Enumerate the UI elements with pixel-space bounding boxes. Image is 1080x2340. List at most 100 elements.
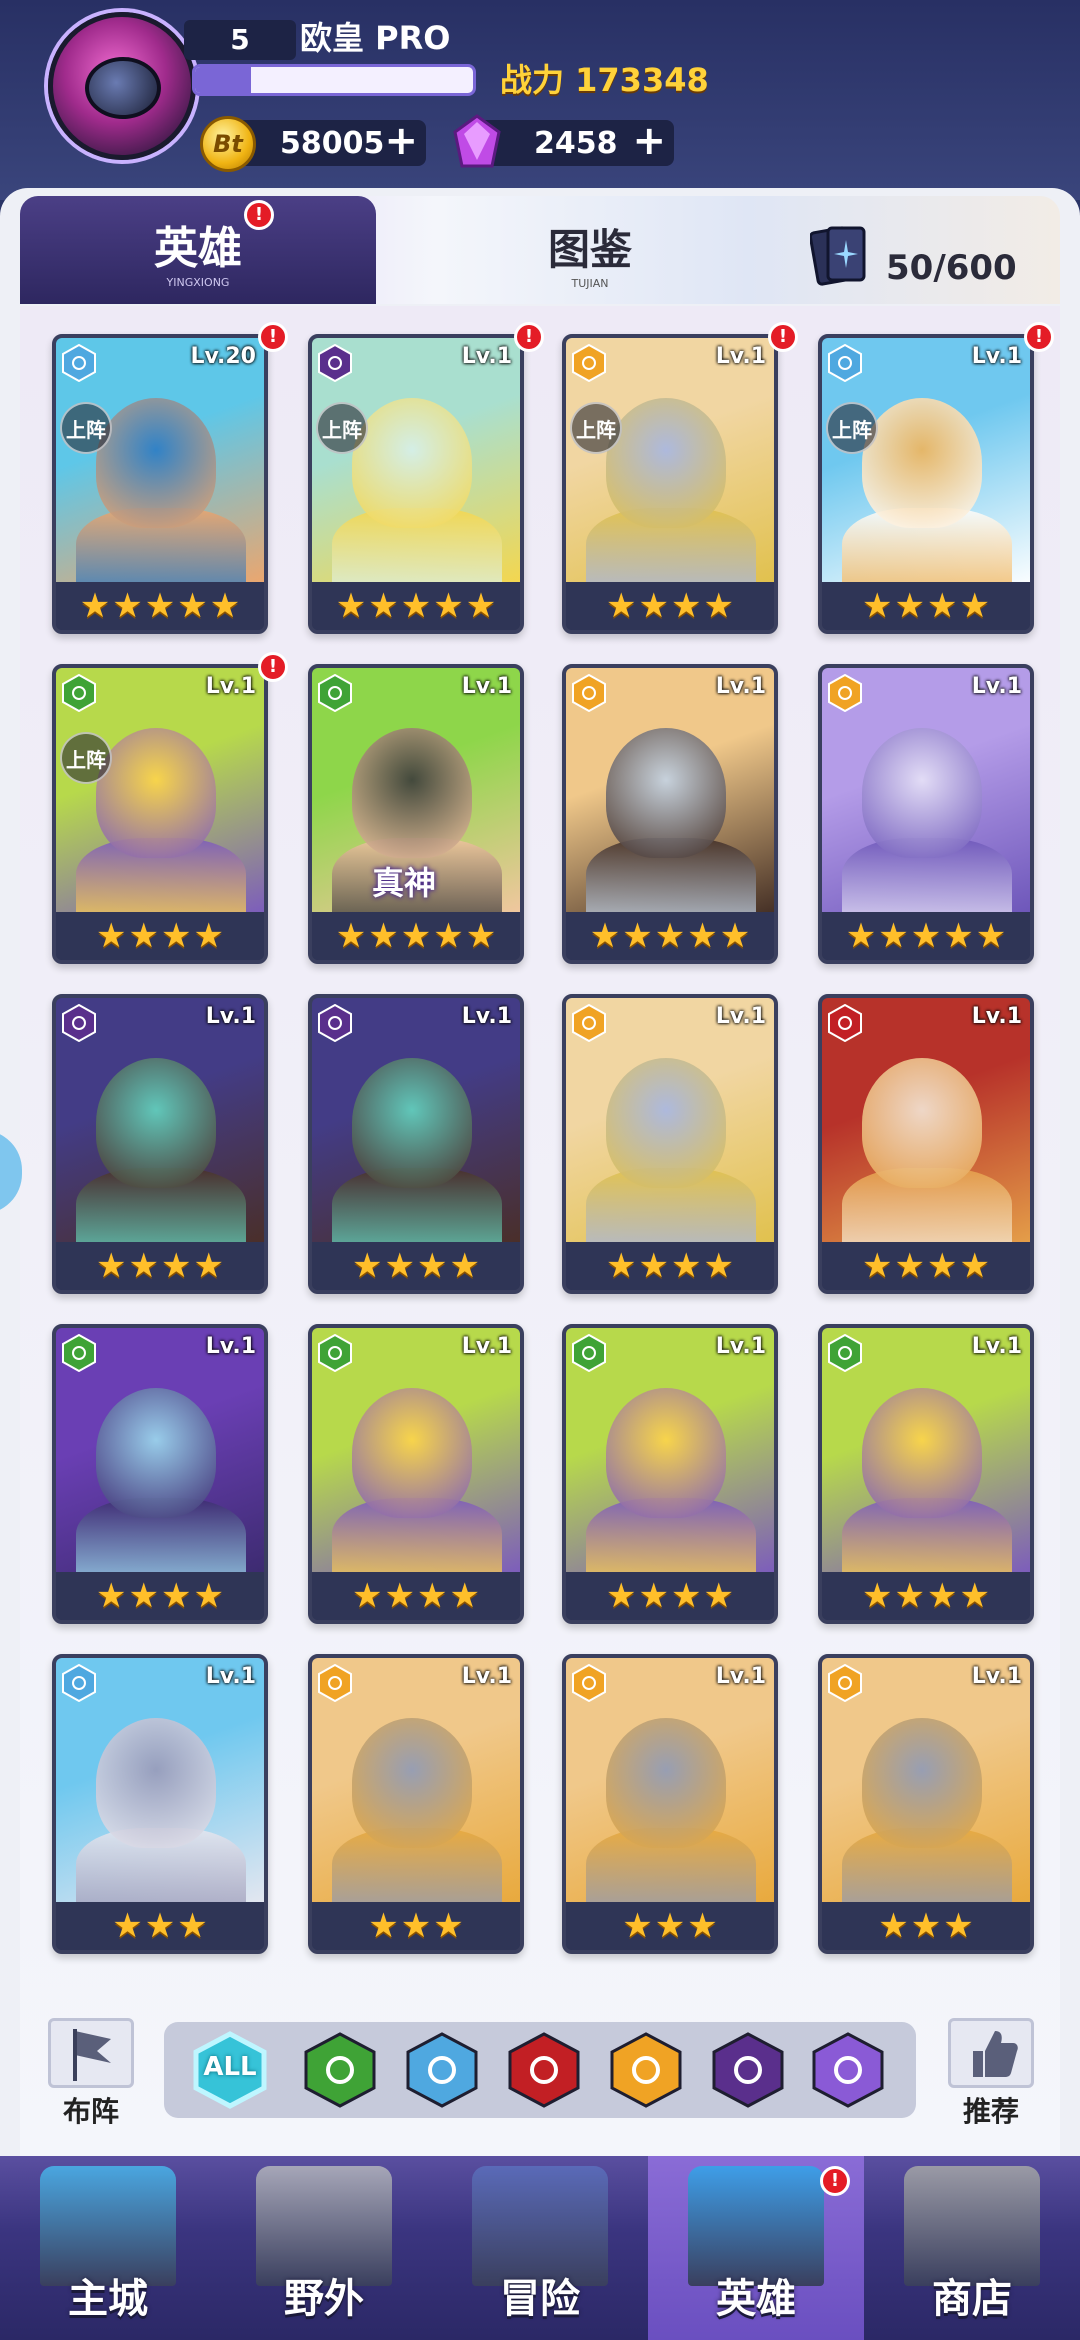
deployed-tag: 上阵 <box>570 402 622 454</box>
formation-button[interactable]: 布阵 <box>44 2018 138 2128</box>
filter-dark[interactable] <box>708 2030 788 2110</box>
star-icon: ★ <box>687 1906 718 1946</box>
hero-card[interactable]: Lv.1 上阵 ★ ★ ★ ★ ★ <box>308 334 524 634</box>
hero-head <box>606 1058 726 1188</box>
hero-star-rating: ★ ★ ★ ★ <box>56 1242 264 1290</box>
hero-level: Lv.1 <box>205 1004 256 1029</box>
hero-level: Lv.20 <box>190 344 256 369</box>
filter-water[interactable] <box>402 2030 482 2110</box>
recommend-button[interactable]: 推荐 <box>944 2018 1038 2128</box>
card-deck-icon <box>810 226 866 286</box>
light-element-icon <box>610 2032 682 2108</box>
hero-star-rating: ★ ★ ★ ★ <box>312 1572 520 1620</box>
filter-arcane[interactable] <box>808 2030 888 2110</box>
star-icon: ★ <box>112 1906 143 1946</box>
filter-wood[interactable] <box>300 2030 380 2110</box>
star-icon: ★ <box>943 1906 974 1946</box>
nav-tab-3[interactable]: 英雄! <box>648 2156 864 2340</box>
star-icon: ★ <box>606 1576 637 1616</box>
deployed-tag: 上阵 <box>316 402 368 454</box>
hero-card[interactable]: Lv.1 ★ ★ ★ ★ <box>562 994 778 1294</box>
add-coins-button[interactable]: + <box>384 118 418 164</box>
fire-element-icon <box>508 2032 580 2108</box>
star-icon: ★ <box>96 1246 127 1286</box>
hero-card[interactable]: Lv.1 ★ ★ ★ ★ <box>818 1324 1034 1624</box>
hero-star-rating: ★ ★ ★ ★ <box>312 1242 520 1290</box>
filter-light[interactable] <box>606 2030 686 2110</box>
star-icon: ★ <box>943 916 974 956</box>
hero-card[interactable]: Lv.1 上阵 ★ ★ ★ ★ <box>562 334 778 634</box>
hero-card[interactable]: Lv.1 ★ ★ ★ ★ <box>52 994 268 1294</box>
hero-head <box>606 1388 726 1518</box>
nav-tab-1[interactable]: 野外 <box>216 2156 432 2340</box>
star-icon: ★ <box>368 916 399 956</box>
star-icon: ★ <box>606 586 637 626</box>
hero-card[interactable]: Lv.1 ★ ★ ★ ★ <box>308 994 524 1294</box>
hero-card[interactable]: 真神 Lv.1 ★ ★ ★ ★ ★ <box>308 664 524 964</box>
star-icon: ★ <box>433 1906 464 1946</box>
hero-star-rating: ★ ★ ★ ★ ★ <box>822 912 1030 960</box>
star-icon: ★ <box>417 1246 448 1286</box>
hero-star-rating: ★ ★ ★ ★ ★ <box>312 912 520 960</box>
add-gems-button[interactable]: + <box>632 118 666 164</box>
hero-level: Lv.1 <box>715 1004 766 1029</box>
player-avatar[interactable] <box>48 12 196 160</box>
hero-level: Lv.1 <box>205 674 256 699</box>
nav-label: 商店 <box>932 2276 1012 2322</box>
hero-card[interactable]: Lv.1 ★ ★ ★ ★ ★ <box>562 664 778 964</box>
tab-heroes[interactable]: 英雄 YINGXIONG ! <box>20 196 376 304</box>
star-icon: ★ <box>128 1246 159 1286</box>
star-icon: ★ <box>959 1576 990 1616</box>
hero-star-rating: ★ ★ ★ ★ <box>822 1572 1030 1620</box>
notification-badge: ! <box>514 322 544 352</box>
hero-head <box>606 728 726 858</box>
nav-tab-2[interactable]: 冒险 <box>432 2156 648 2340</box>
nav-label: 野外 <box>284 2276 364 2322</box>
hero-card[interactable]: Lv.1 ★ ★ ★ ★ ★ <box>818 664 1034 964</box>
hero-star-rating: ★ ★ ★ <box>566 1902 774 1950</box>
hero-card[interactable]: Lv.20 上阵 ★ ★ ★ ★ ★ <box>52 334 268 634</box>
hero-card[interactable]: Lv.1 ★ ★ ★ <box>562 1654 778 1954</box>
hero-star-rating: ★ ★ ★ ★ <box>566 582 774 630</box>
hero-card[interactable]: Lv.1 ★ ★ ★ ★ <box>52 1324 268 1624</box>
coin-icon: Bt <box>200 116 256 172</box>
star-icon: ★ <box>79 586 111 626</box>
star-icon: ★ <box>417 1576 448 1616</box>
nav-tab-0[interactable]: 主城 <box>0 2156 216 2340</box>
hero-level: Lv.1 <box>461 674 512 699</box>
hero-count: 50/600 <box>886 248 1017 288</box>
light-element-icon <box>318 1664 352 1702</box>
fire-element-icon <box>828 1004 862 1042</box>
panel-tabs: 英雄 YINGXIONG ! 图鉴 TUJIAN 50/600 <box>20 196 1060 304</box>
hero-card[interactable]: Lv.1 ★ ★ ★ ★ <box>562 1324 778 1624</box>
hero-overlay-label: 真神 <box>372 864 437 902</box>
star-icon: ★ <box>433 586 464 626</box>
star-icon: ★ <box>128 1576 159 1616</box>
hero-head <box>352 728 472 858</box>
hero-card[interactable]: Lv.1 上阵 ★ ★ ★ ★ <box>52 664 268 964</box>
hero-card[interactable]: Lv.1 ★ ★ ★ <box>52 1654 268 1954</box>
filter-fire[interactable] <box>504 2030 584 2110</box>
wood-element-icon <box>62 1334 96 1372</box>
dark-element-icon <box>318 1004 352 1042</box>
star-icon: ★ <box>959 586 990 626</box>
hero-card[interactable]: Lv.1 ★ ★ ★ <box>818 1654 1034 1954</box>
nav-tab-4[interactable]: 商店 <box>864 2156 1080 2340</box>
star-icon: ★ <box>193 916 224 956</box>
hero-star-rating: ★ ★ ★ ★ <box>822 1242 1030 1290</box>
filter-all[interactable]: ALL <box>190 2030 270 2110</box>
star-icon: ★ <box>128 916 159 956</box>
star-icon: ★ <box>845 916 877 956</box>
hero-card[interactable]: Lv.1 上阵 ★ ★ ★ ★ <box>818 334 1034 634</box>
hero-head <box>96 1718 216 1848</box>
star-icon: ★ <box>703 1576 734 1616</box>
star-icon: ★ <box>638 586 669 626</box>
hero-card[interactable]: Lv.1 ★ ★ ★ ★ <box>308 1324 524 1624</box>
hero-card[interactable]: Lv.1 ★ ★ ★ ★ <box>818 994 1034 1294</box>
star-icon: ★ <box>352 1576 383 1616</box>
star-icon: ★ <box>638 1246 669 1286</box>
hero-star-rating: ★ ★ ★ ★ <box>566 1242 774 1290</box>
hero-card[interactable]: Lv.1 ★ ★ ★ <box>308 1654 524 1954</box>
tab-codex[interactable]: 图鉴 TUJIAN <box>490 196 690 304</box>
star-icon: ★ <box>862 586 893 626</box>
